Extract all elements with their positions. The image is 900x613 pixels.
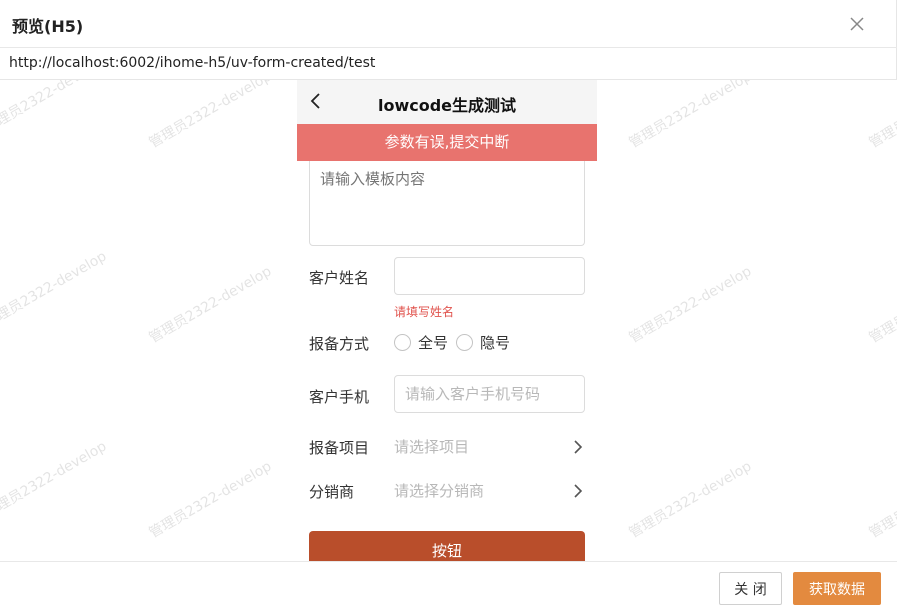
close-button[interactable]: 关 闭 bbox=[719, 572, 782, 605]
preview-url: http://localhost:6002/ihome-h5/uv-form-c… bbox=[9, 55, 376, 71]
watermark: 管理员2322-develop bbox=[0, 80, 110, 137]
preview-canvas: 管理员2322-develop 管理员2322-develop 管理员2322-… bbox=[0, 80, 897, 561]
customer-name-input[interactable] bbox=[394, 257, 585, 295]
watermark: 管理员2322-develop bbox=[0, 248, 110, 332]
distributor-label: 分销商 bbox=[309, 483, 355, 501]
dialog-header: 预览(H5) bbox=[0, 0, 897, 48]
watermark: 管理员2322-develop bbox=[0, 438, 110, 522]
customer-name-label: 客户姓名 bbox=[309, 269, 370, 287]
watermark: 管理员2322-develop bbox=[146, 80, 275, 152]
watermark: 管理员2322-develop bbox=[626, 458, 755, 542]
watermark: 管理员2322-develop bbox=[626, 80, 755, 152]
watermark: 管理员2322-develop bbox=[146, 458, 275, 542]
dialog-title: 预览(H5) bbox=[12, 17, 84, 36]
project-placeholder: 请选择项目 bbox=[394, 438, 470, 456]
customer-phone-label: 客户手机 bbox=[309, 388, 370, 406]
preview-dialog: 预览(H5) http://localhost:6002/ihome-h5/uv… bbox=[0, 0, 897, 613]
radio-circle[interactable] bbox=[456, 333, 473, 351]
report-method-label: 报备方式 bbox=[309, 335, 370, 353]
radio-label: 隐号 bbox=[480, 333, 511, 352]
chevron-right-icon bbox=[574, 440, 583, 454]
watermark: 管理员2322-develop bbox=[866, 80, 898, 152]
customer-phone-input[interactable] bbox=[394, 375, 585, 413]
watermark: 管理员2322-develop bbox=[146, 263, 275, 347]
project-picker[interactable]: 请选择项目 bbox=[394, 436, 585, 458]
close-icon[interactable] bbox=[847, 14, 867, 34]
watermark: 管理员2322-develop bbox=[866, 263, 898, 347]
customer-name-error: 请填写姓名 bbox=[394, 305, 455, 319]
radio-label: 全号 bbox=[418, 333, 449, 352]
url-bar: http://localhost:6002/ihome-h5/uv-form-c… bbox=[0, 48, 897, 80]
submit-button[interactable]: 按钮 bbox=[309, 531, 585, 561]
fetch-data-button[interactable]: 获取数据 bbox=[793, 572, 881, 605]
dialog-footer: 关 闭 获取数据 bbox=[0, 561, 897, 613]
radio-full-number[interactable]: 全号 bbox=[394, 333, 449, 352]
chevron-right-icon bbox=[574, 484, 583, 498]
radio-circle[interactable] bbox=[394, 333, 411, 351]
watermark: 管理员2322-develop bbox=[866, 458, 898, 542]
distributor-picker[interactable]: 请选择分销商 bbox=[394, 480, 585, 502]
project-label: 报备项目 bbox=[309, 439, 370, 457]
error-toast: 参数有误,提交中断 bbox=[297, 124, 597, 161]
mobile-nav-bar: lowcode生成测试 bbox=[297, 80, 597, 124]
phone-preview: lowcode生成测试 参数有误,提交中断 客户姓名 请填写姓名 报备方式 全号… bbox=[297, 80, 597, 561]
radio-hidden-number[interactable]: 隐号 bbox=[456, 333, 511, 352]
template-content-textarea[interactable] bbox=[309, 161, 585, 246]
page-title: lowcode生成测试 bbox=[377, 96, 517, 115]
distributor-placeholder: 请选择分销商 bbox=[394, 482, 485, 500]
watermark: 管理员2322-develop bbox=[626, 263, 755, 347]
